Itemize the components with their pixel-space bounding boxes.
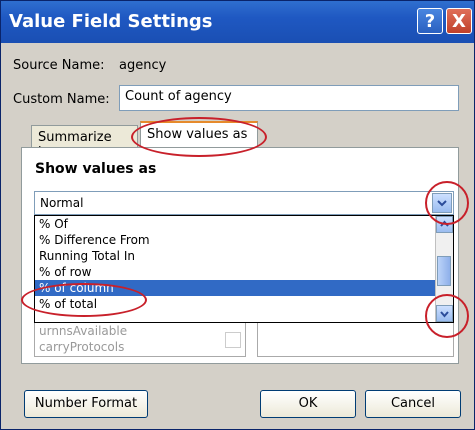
scroll-down-button[interactable] bbox=[436, 305, 453, 322]
list-item[interactable]: Running Total In bbox=[35, 248, 453, 264]
close-button[interactable]: X bbox=[446, 8, 472, 34]
dropdown-selected-value: Normal bbox=[40, 196, 84, 210]
list-item[interactable]: % of total bbox=[35, 296, 453, 312]
scroll-thumb[interactable] bbox=[437, 256, 451, 286]
number-format-button[interactable]: Number Format bbox=[24, 390, 148, 418]
source-name-value: agency bbox=[119, 58, 167, 73]
scroll-up-button[interactable] bbox=[436, 216, 453, 233]
source-name-label: Source Name: bbox=[13, 58, 105, 73]
list-item[interactable]: % of row bbox=[35, 264, 453, 280]
list-item-selected[interactable]: % of column bbox=[35, 280, 453, 296]
value-field-settings-dialog: Value Field Settings ? X Source Name: ag… bbox=[0, 0, 475, 430]
show-values-as-list[interactable]: % Of % Difference From Running Total In … bbox=[34, 215, 454, 323]
base-field-item: urnnsAvailable bbox=[39, 324, 128, 338]
base-field-item: carryProtocols bbox=[39, 340, 125, 354]
ok-button[interactable]: OK bbox=[260, 390, 356, 418]
help-button[interactable]: ? bbox=[417, 8, 443, 34]
show-values-as-dropdown[interactable]: Normal bbox=[34, 191, 454, 215]
section-title: Show values as bbox=[35, 161, 157, 177]
list-item[interactable]: % Difference From bbox=[35, 232, 453, 248]
cancel-button[interactable]: Cancel bbox=[365, 390, 461, 418]
list-scrollbar[interactable] bbox=[435, 216, 453, 322]
dropdown-arrow-button[interactable] bbox=[432, 193, 452, 213]
list-item[interactable]: % Of bbox=[35, 216, 453, 232]
custom-name-input[interactable]: Count of agency bbox=[119, 85, 459, 111]
custom-name-label: Custom Name: bbox=[13, 92, 110, 107]
chevron-down-icon bbox=[440, 311, 449, 318]
dialog-title: Value Field Settings bbox=[9, 11, 213, 32]
titlebar: Value Field Settings ? X bbox=[1, 1, 474, 43]
tab-show-values-as[interactable]: Show values as bbox=[140, 121, 258, 149]
base-field-scroll-icon bbox=[225, 332, 241, 348]
base-item-list bbox=[257, 319, 454, 357]
base-field-list: urnnsAvailable carryProtocols bbox=[34, 319, 246, 357]
chevron-down-icon bbox=[437, 200, 447, 207]
tab-summarize-by[interactable]: Summarize by bbox=[31, 125, 138, 160]
chevron-up-icon bbox=[440, 220, 449, 227]
